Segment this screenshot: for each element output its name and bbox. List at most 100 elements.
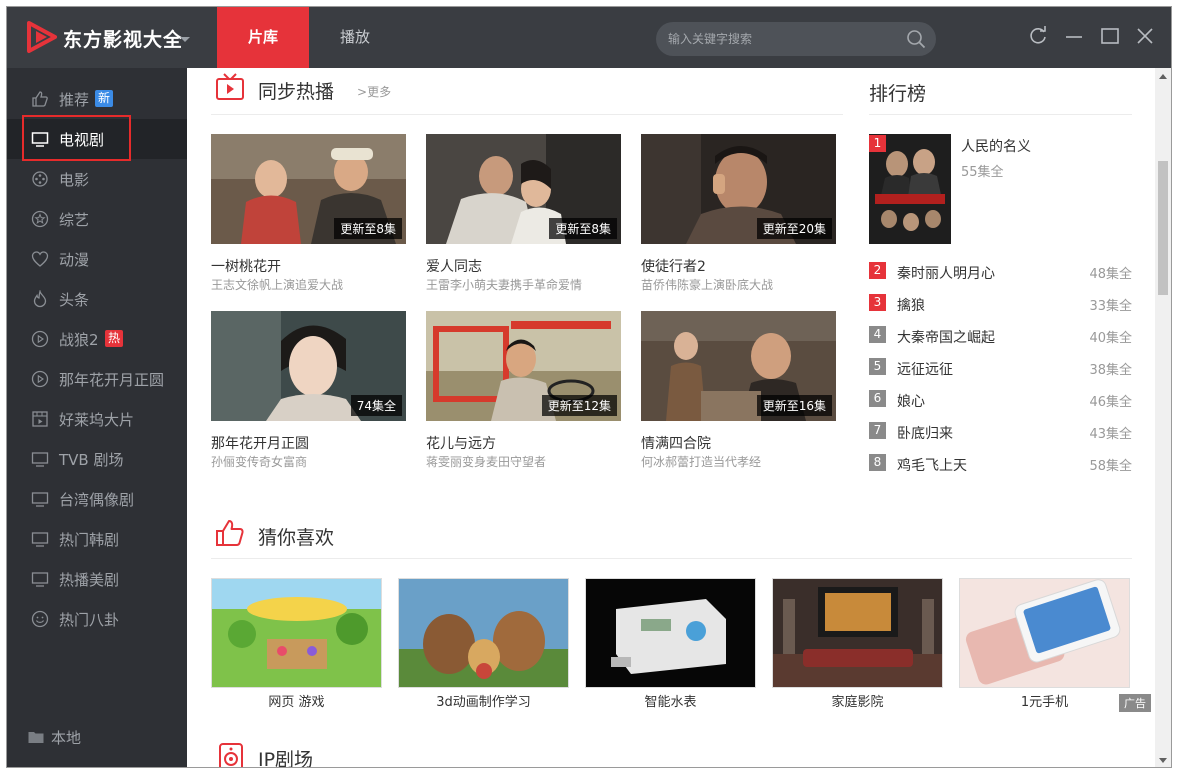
ad-image[interactable]: [585, 578, 756, 688]
ranking-item-title[interactable]: 秦时丽人明月心: [897, 263, 995, 283]
section-title-guess: 猜你喜欢: [258, 527, 335, 549]
fire-icon: [33, 290, 47, 308]
card-subtitle: 王雷李小萌夫妻携手革命爱情: [426, 278, 583, 292]
scroll-down-icon[interactable]: [1159, 758, 1167, 763]
sidebar-item-label: 推荐: [59, 91, 90, 109]
sidebar-item-american[interactable]: 热播美剧: [7, 559, 187, 599]
sidebar-item-label: 综艺: [59, 211, 90, 229]
video-card[interactable]: 更新至12集 花儿与远方 蒋雯丽变身麦田守望者: [426, 311, 621, 469]
ad-image[interactable]: [398, 578, 569, 688]
card-title[interactable]: 使徒行者2: [641, 256, 706, 276]
tab-play[interactable]: 播放: [309, 7, 401, 68]
search-box: [656, 22, 936, 56]
video-card[interactable]: 更新至16集 情满四合院 何冰郝蕾打造当代孝经: [641, 311, 836, 469]
app-title[interactable]: 东方影视大全: [63, 25, 183, 52]
sidebar-item-anime[interactable]: 动漫: [7, 239, 187, 279]
chevron-down-icon[interactable]: [180, 37, 190, 42]
search-input[interactable]: [668, 22, 888, 56]
ranking-item-count: 43集全: [1089, 427, 1132, 442]
ad-card[interactable]: 家庭影院: [772, 578, 943, 710]
card-title[interactable]: 爱人同志: [426, 256, 482, 276]
heart-icon: [31, 251, 49, 267]
section-title-sync: 同步热播: [258, 81, 335, 103]
video-card[interactable]: 更新至20集 使徒行者2 苗侨伟陈豪上演卧底大战: [641, 134, 836, 292]
ad-card[interactable]: 智能水表: [585, 578, 756, 710]
ranking-item-title[interactable]: 卧底归来: [897, 423, 953, 443]
tab-library[interactable]: 片库: [217, 7, 309, 68]
ranking-item-title[interactable]: 人民的名义: [961, 136, 1031, 156]
more-label: 更多: [367, 85, 392, 99]
sidebar-item-local[interactable]: 本地: [7, 717, 187, 757]
sidebar-item-recommend[interactable]: 推荐 新: [7, 79, 187, 119]
video-card[interactable]: 74集全 那年花开月正圆 孙俪变传奇女富商: [211, 311, 406, 469]
ranking-item-title[interactable]: 娘心: [897, 391, 925, 411]
sidebar-item-label: TVB 剧场: [59, 451, 124, 469]
card-subtitle: 何冰郝蕾打造当代孝经: [641, 455, 762, 469]
ad-label[interactable]: 3d动画制作学习: [398, 691, 569, 710]
sidebar-item-headlines[interactable]: 头条: [7, 279, 187, 319]
sidebar-item-wolf-warrior[interactable]: 战狼2 热: [7, 319, 187, 359]
tv-play-icon: [216, 73, 244, 100]
ad-image[interactable]: [211, 578, 382, 688]
video-thumbnail[interactable]: 更新至8集: [426, 134, 621, 244]
sidebar-item-hollywood[interactable]: 好莱坞大片: [7, 399, 187, 439]
refresh-icon[interactable]: [1027, 25, 1049, 47]
ad-image[interactable]: [772, 578, 943, 688]
card-subtitle: 蒋雯丽变身麦田守望者: [426, 455, 547, 469]
ad-picture: [586, 579, 755, 687]
ad-label[interactable]: 网页 游戏: [211, 691, 382, 710]
card-title[interactable]: 花儿与远方: [426, 433, 496, 453]
card-title[interactable]: 那年花开月正圆: [211, 433, 309, 453]
sidebar-item-korean[interactable]: 热门韩剧: [7, 519, 187, 559]
minimize-icon[interactable]: [1063, 25, 1085, 47]
sidebar-item-taiwan[interactable]: 台湾偶像剧: [7, 479, 187, 519]
ad-image[interactable]: [959, 578, 1130, 688]
video-card[interactable]: 更新至8集 一树桃花开 王志文徐帆上演追爱大战: [211, 134, 406, 292]
episode-badge: 74集全: [350, 395, 402, 416]
sidebar-item-movie[interactable]: 电影: [7, 159, 187, 199]
video-thumbnail[interactable]: 更新至8集: [211, 134, 406, 244]
video-thumbnail[interactable]: 74集全: [211, 311, 406, 421]
sidebar-item-label: 电影: [59, 171, 90, 189]
sidebar-item-tvb[interactable]: TVB 剧场: [7, 439, 187, 479]
video-thumbnail[interactable]: 更新至16集: [641, 311, 836, 421]
vertical-scrollbar[interactable]: [1155, 68, 1171, 767]
ranking-item-title[interactable]: 鸡毛飞上天: [897, 455, 967, 475]
divider: [211, 558, 1132, 559]
ad-label[interactable]: 智能水表: [585, 691, 756, 710]
sidebar-item-gossip[interactable]: 热门八卦: [7, 599, 187, 639]
title-bar: 东方影视大全 片库 播放: [7, 7, 1171, 68]
card-title[interactable]: 情满四合院: [641, 433, 711, 453]
ad-card[interactable]: 1元手机: [959, 578, 1130, 710]
ranking-item-count: 38集全: [1089, 363, 1132, 378]
sidebar-item-label: 动漫: [59, 251, 90, 269]
ranking-item-count: 55集全: [961, 165, 1004, 180]
search-icon[interactable]: [906, 29, 926, 49]
episode-badge: 更新至20集: [756, 218, 832, 239]
ad-picture: [960, 579, 1129, 687]
scroll-thumb[interactable]: [1158, 161, 1168, 295]
ranking-item-title[interactable]: 擒狼: [897, 295, 925, 315]
episode-badge: 更新至16集: [756, 395, 832, 416]
star-icon: [31, 210, 49, 228]
video-card[interactable]: 更新至8集 爱人同志 王雷李小萌夫妻携手革命爱情: [426, 134, 621, 292]
video-thumbnail[interactable]: 更新至12集: [426, 311, 621, 421]
maximize-icon[interactable]: [1099, 25, 1121, 47]
more-link[interactable]: >更多: [357, 83, 391, 100]
ad-label[interactable]: 1元手机: [959, 691, 1130, 710]
ad-card[interactable]: 3d动画制作学习: [398, 578, 569, 710]
ranking-item-title[interactable]: 大秦帝国之崛起: [897, 327, 995, 347]
ranking-item-count: 58集全: [1089, 459, 1132, 474]
sidebar-item-variety[interactable]: 综艺: [7, 199, 187, 239]
ranking-item-count: 33集全: [1089, 299, 1132, 314]
scroll-up-icon[interactable]: [1159, 74, 1167, 79]
close-icon[interactable]: [1134, 25, 1156, 47]
card-title[interactable]: 一树桃花开: [211, 256, 281, 276]
rank-number: 2: [869, 262, 886, 279]
sidebar-item-nanian[interactable]: 那年花开月正圆: [7, 359, 187, 399]
ranking-item-title[interactable]: 远征远征: [897, 359, 953, 379]
ad-label[interactable]: 家庭影院: [772, 691, 943, 710]
ad-card[interactable]: 网页 游戏: [211, 578, 382, 710]
video-thumbnail[interactable]: 更新至20集: [641, 134, 836, 244]
ranking-title: 排行榜: [869, 83, 927, 105]
